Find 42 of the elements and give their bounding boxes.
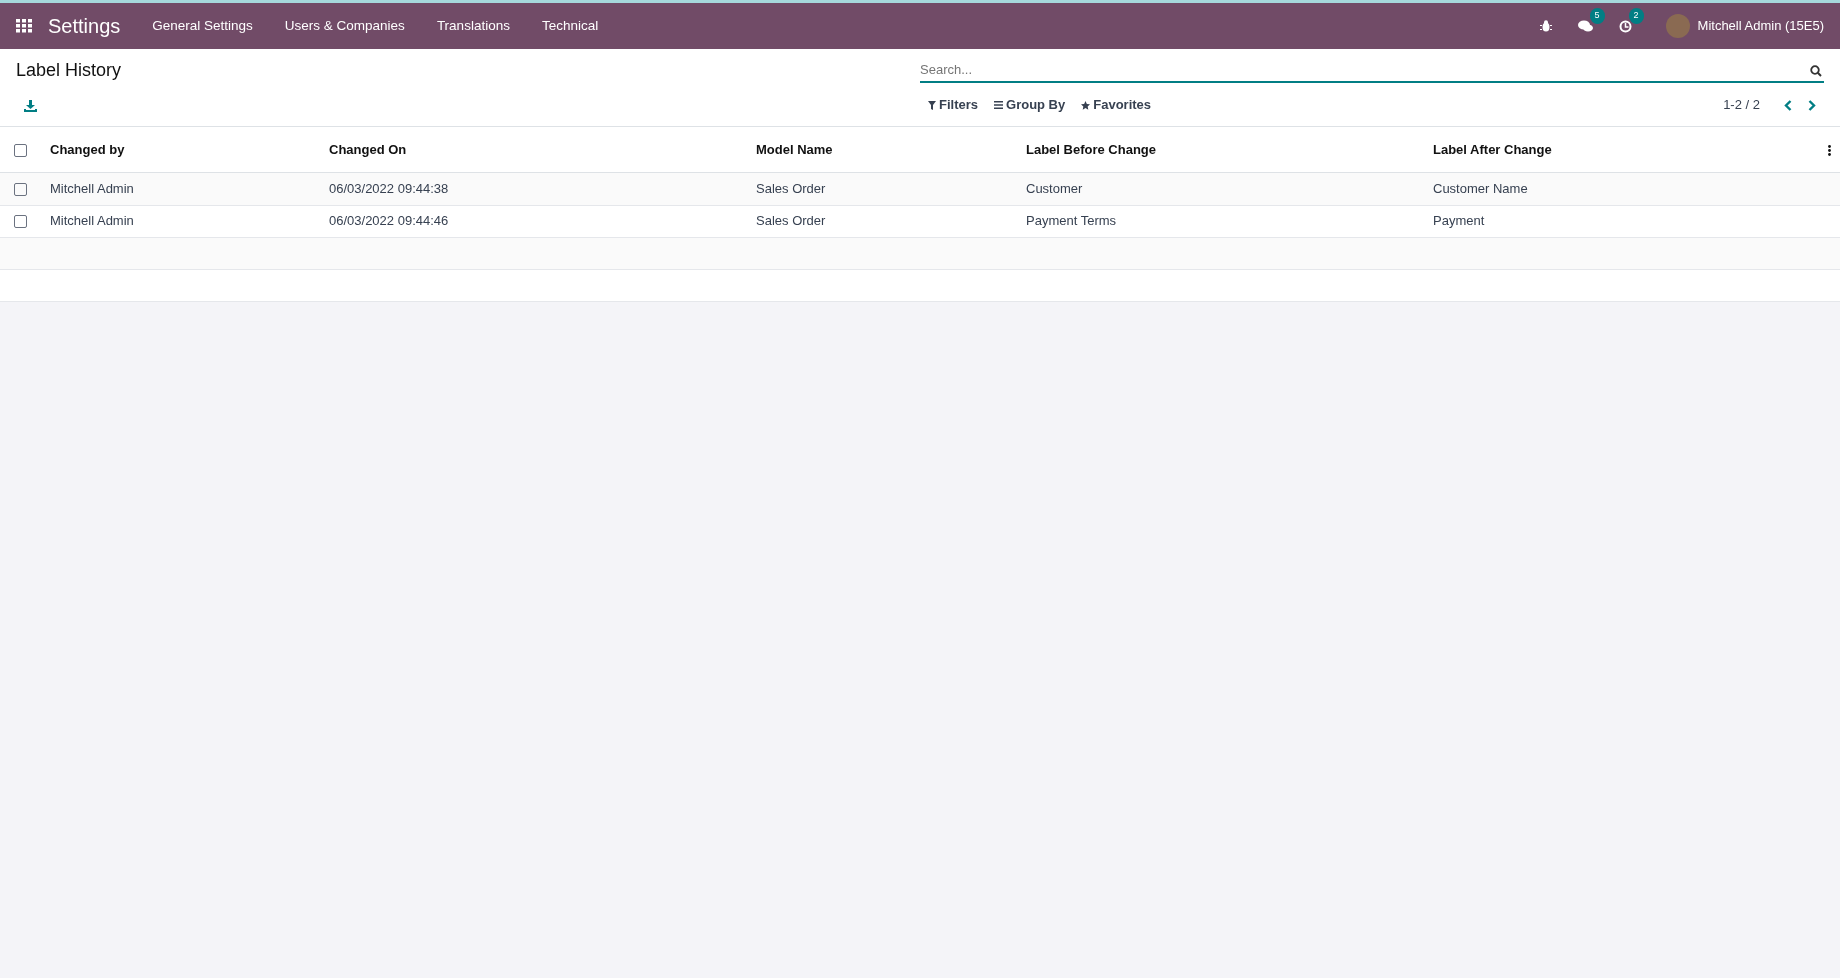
download-icon[interactable] (24, 99, 37, 112)
table-cell: 06/03/2022 09:44:38 (321, 172, 748, 205)
count-badge: 5 (1589, 8, 1605, 24)
select-all-checkbox[interactable] (14, 143, 27, 157)
menu-item[interactable]: General Settings (136, 15, 269, 37)
star-icon (1081, 100, 1091, 110)
menu-item[interactable]: Translations (420, 15, 526, 37)
search-filters-button[interactable]: Filters (920, 95, 986, 115)
count-badge: 2 (1628, 8, 1644, 24)
apps-grid-icon[interactable] (16, 19, 32, 33)
menu-item[interactable]: Technical (525, 15, 615, 37)
clock-icon[interactable] (1618, 20, 1632, 34)
chevron-left-icon (1784, 100, 1792, 112)
table-cell: Sales Order (748, 172, 1018, 205)
bug-icon[interactable] (1539, 20, 1552, 32)
chevron-right-icon (1808, 100, 1816, 112)
menu-item[interactable]: Users & Companies (268, 15, 421, 37)
table-cell: Payment Terms (1018, 205, 1425, 237)
table-cell: Payment (1425, 205, 1820, 237)
page-title: Label History (16, 60, 122, 80)
pager-range: 1-2 / 2 (1723, 96, 1760, 115)
table-cell: Mitchell Admin (42, 172, 321, 205)
column-header[interactable]: Model Name (748, 127, 1018, 172)
column-header[interactable]: Changed by (42, 127, 321, 172)
column-header[interactable]: Changed On (321, 127, 748, 172)
row-checkbox[interactable] (14, 215, 27, 229)
search-favorites-button[interactable]: Favorites (1073, 95, 1160, 115)
column-header[interactable]: Label After Change (1425, 127, 1820, 172)
table-cell: Customer Name (1425, 172, 1820, 205)
app-title[interactable]: Settings (48, 11, 121, 41)
table-cell: Customer (1018, 172, 1425, 205)
table-cell: 06/03/2022 09:44:46 (321, 205, 748, 237)
more-options-icon[interactable] (1828, 144, 1831, 156)
column-header[interactable]: Label Before Change (1018, 127, 1425, 172)
chat-icon[interactable] (1577, 20, 1593, 34)
row-checkbox[interactable] (14, 182, 27, 196)
table-cell: Mitchell Admin (42, 205, 321, 237)
table-cell: Sales Order (748, 205, 1018, 237)
funnel-icon (928, 100, 936, 110)
user-name[interactable]: Mitchell Admin (15E5) (1697, 16, 1824, 36)
lines-icon (994, 101, 1003, 109)
search-group-by-button[interactable]: Group By (986, 95, 1074, 115)
